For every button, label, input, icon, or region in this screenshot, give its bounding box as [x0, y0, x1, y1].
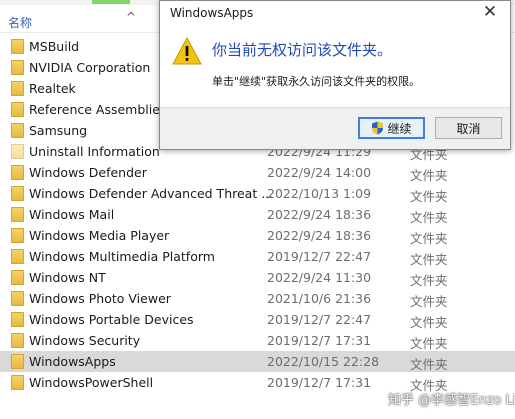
row-name: Windows Security	[29, 333, 141, 348]
row-date: 2019/12/7 22:47	[267, 249, 372, 264]
row-date: 2022/9/24 11:30	[267, 270, 372, 285]
row-name: Windows Defender Advanced Threat ...	[29, 186, 274, 201]
row-date: 2021/10/6 21:36	[267, 291, 372, 306]
folder-icon	[11, 144, 24, 159]
continue-button-label: 继续	[387, 121, 412, 136]
progress-accent	[92, 0, 130, 4]
folder-icon	[11, 312, 24, 327]
row-name: Samsung	[29, 123, 88, 138]
folder-icon	[11, 207, 24, 222]
table-row[interactable]: Windows NT 2022/9/24 11:30 文件夹	[0, 267, 515, 288]
access-denied-dialog: WindowsApps ✕ 你当前无权访问该文件夹。 单击"继续"获取永久访问该…	[159, 0, 511, 150]
row-name: Windows Defender	[29, 165, 147, 180]
row-type: 文件夹	[410, 168, 448, 183]
row-name: Windows Photo Viewer	[29, 291, 171, 306]
row-type: 文件夹	[410, 336, 448, 351]
table-row[interactable]: Windows Multimedia Platform 2019/12/7 22:…	[0, 246, 515, 267]
row-name: Windows Mail	[29, 207, 115, 222]
row-name: Windows NT	[29, 270, 106, 285]
row-name: WindowsApps	[29, 354, 116, 369]
cancel-button[interactable]: 取消	[435, 117, 502, 139]
row-date: 2022/10/15 22:28	[267, 354, 380, 369]
row-type: 文件夹	[410, 357, 448, 372]
row-type: 文件夹	[410, 315, 448, 330]
row-date: 2022/9/24 18:36	[267, 207, 372, 222]
watermark-text: 知乎 @李感智Enzo Li	[388, 393, 515, 408]
folder-icon	[11, 333, 24, 348]
row-name: Reference Assemblies	[29, 102, 167, 117]
dialog-title: WindowsApps	[170, 6, 254, 20]
row-name: Windows Portable Devices	[29, 312, 194, 327]
row-name: Realtek	[29, 81, 76, 96]
folder-icon	[11, 81, 24, 96]
folder-icon	[11, 102, 24, 117]
row-type: 文件夹	[410, 210, 448, 225]
row-name: NVIDIA Corporation	[29, 60, 151, 75]
folder-icon	[11, 165, 24, 180]
table-row[interactable]: Windows Defender 2022/9/24 14:00 文件夹	[0, 162, 515, 183]
table-row[interactable]: Windows Media Player 2022/9/24 18:36 文件夹	[0, 225, 515, 246]
uac-shield-icon	[372, 121, 384, 135]
folder-icon	[11, 270, 24, 285]
table-row[interactable]: Windows Photo Viewer 2021/10/6 21:36 文件夹	[0, 288, 515, 309]
row-date: 2022/10/13 1:09	[267, 186, 372, 201]
row-name: MSBuild	[29, 39, 80, 54]
dialog-heading: 你当前无权访问该文件夹。	[212, 41, 393, 59]
folder-icon	[11, 291, 24, 306]
row-type: 文件夹	[410, 189, 448, 204]
table-row[interactable]: Windows Portable Devices 2019/12/7 22:47 文…	[0, 309, 515, 330]
row-type: 文件夹	[410, 294, 448, 309]
continue-button[interactable]: 继续	[358, 117, 425, 139]
table-row[interactable]: Windows Defender Advanced Threat ... 2022…	[0, 183, 515, 204]
table-row[interactable]: Windows Mail 2022/9/24 18:36 文件夹	[0, 204, 515, 225]
folder-icon	[11, 375, 24, 390]
table-row[interactable]: Windows Security 2019/12/7 17:31 文件夹	[0, 330, 515, 351]
folder-icon	[11, 249, 24, 264]
close-icon[interactable]: ✕	[478, 1, 502, 23]
dialog-footer: 继续 取消	[160, 107, 510, 149]
dialog-body: 单击"继续"获取永久访问该文件夹的权限。	[212, 75, 421, 88]
folder-icon	[11, 123, 24, 138]
row-date: 2019/12/7 22:47	[267, 312, 372, 327]
column-header-name[interactable]: 名称	[8, 14, 32, 31]
folder-icon	[11, 60, 24, 75]
row-name: Uninstall Information	[29, 144, 160, 159]
row-type: 文件夹	[410, 273, 448, 288]
folder-icon	[11, 186, 24, 201]
row-type: 文件夹	[410, 231, 448, 246]
row-type: 文件夹	[410, 252, 448, 267]
folder-icon	[11, 39, 24, 54]
row-date: 2019/12/7 17:31	[267, 333, 372, 348]
row-date: 2022/9/24 18:36	[267, 228, 372, 243]
table-row[interactable]: WindowsApps 2022/10/15 22:28 文件夹	[0, 351, 515, 372]
row-date: 2022/9/24 14:00	[267, 165, 372, 180]
cancel-button-label: 取消	[456, 121, 481, 136]
row-name: Windows Media Player	[29, 228, 170, 243]
row-name: WindowsPowerShell	[29, 375, 154, 390]
row-name: Windows Multimedia Platform	[29, 249, 215, 264]
folder-icon	[11, 228, 24, 243]
row-date: 2019/12/7 17:31	[267, 375, 372, 390]
folder-icon	[11, 354, 24, 369]
warning-icon	[172, 37, 202, 65]
sort-chevron-up-icon: ^	[126, 10, 137, 24]
